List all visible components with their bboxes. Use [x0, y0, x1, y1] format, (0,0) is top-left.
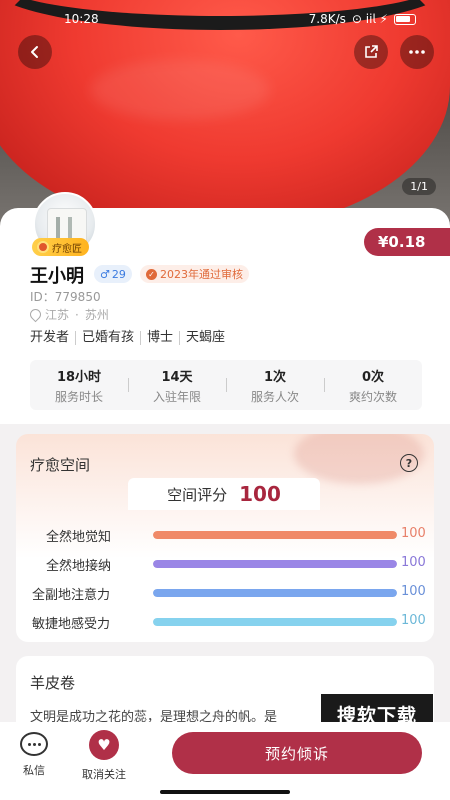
score-bar-value: 100 — [401, 555, 426, 570]
review-text: 2023年通过审核 — [160, 268, 243, 281]
stat-label: 入驻年限 — [152, 389, 201, 404]
stat-service-hours: 18小时 服务时长 — [30, 360, 128, 410]
gender-age-badge: ♂ 29 — [94, 265, 132, 283]
tag-item: 开发者 — [30, 330, 70, 345]
more-dots-icon — [409, 50, 425, 54]
stat-service-count: 1次 服务人次 — [226, 360, 324, 410]
score-bar-label: 全然地接纳 — [46, 559, 112, 574]
unfollow-label: 取消关注 — [82, 768, 126, 781]
stats-panel: 18小时 服务时长 14天 入驻年限 1次 服务人次 0次 爽约次数 — [30, 360, 422, 410]
score-bar-row: 敏捷地感受力 100 — [30, 611, 434, 632]
location-city: 苏州 — [84, 308, 109, 322]
tag-item: 天蝎座 — [179, 331, 231, 345]
profile-tags: 开发者 已婚有孩 博士 天蝎座 — [30, 331, 231, 345]
chevron-left-icon — [31, 46, 38, 58]
stat-no-show: 0次 爽约次数 — [324, 360, 422, 410]
network-speed: 7.8K/s — [308, 12, 346, 26]
stat-value: 14天 — [161, 369, 193, 385]
status-time: 10:28 — [64, 12, 99, 26]
check-icon: ✓ — [146, 268, 157, 280]
help-icon[interactable]: ? — [400, 454, 418, 472]
score-bar-fill — [153, 589, 397, 597]
score-bar-value: 100 — [401, 584, 426, 599]
image-counter: 1/1 — [402, 178, 436, 195]
score-bar-row: 全副地注意力 100 — [30, 582, 434, 603]
score-bar-track — [153, 531, 397, 539]
score-bar-track — [153, 618, 397, 626]
user-name: 王小明 — [30, 266, 84, 287]
healer-badge: 疗愈匠 — [32, 238, 89, 256]
stat-value: 1次 — [263, 369, 287, 385]
space-score-label: 空间评分 — [167, 485, 228, 504]
medal-icon — [37, 241, 49, 253]
heart-icon: ♥ — [89, 730, 119, 760]
score-bar-track — [153, 560, 397, 568]
healer-badge-label: 疗愈匠 — [52, 243, 82, 255]
score-bar-value: 100 — [401, 613, 426, 628]
score-bar-row: 全然地接纳 100 — [30, 553, 434, 574]
location-separator: · — [75, 307, 79, 322]
cover-image-shine — [90, 60, 270, 120]
chat-icon — [20, 732, 48, 756]
back-button[interactable] — [18, 35, 52, 69]
signal-icons: ⊙ 𝗂𝗂𝗅 ⚡ — [351, 12, 388, 26]
section-title: 羊皮卷 — [30, 674, 76, 692]
book-session-button[interactable]: 预约倾诉 — [172, 732, 422, 774]
tag-item: 已婚有孩 — [75, 331, 140, 345]
stat-label: 爽约次数 — [348, 389, 397, 404]
score-bar-value: 100 — [401, 526, 426, 541]
more-button[interactable] — [400, 35, 434, 69]
price-tag: ¥0.18 — [364, 228, 450, 256]
user-id: ID：779850 — [30, 290, 101, 304]
location-pin-icon — [30, 309, 39, 320]
home-indicator — [160, 790, 290, 794]
score-bar-track — [153, 589, 397, 597]
score-bar-label: 全然地觉知 — [46, 530, 112, 545]
healing-space-card: 疗愈空间 ? 空间评分 100 全然地觉知 100 全然地接纳 100 全副地注… — [16, 434, 434, 642]
score-bar-label: 全副地注意力 — [32, 588, 111, 603]
stat-value: 0次 — [361, 369, 385, 385]
bottom-action-bar: 私信 ♥ 取消关注 预约倾诉 — [0, 722, 450, 800]
tag-item: 博士 — [140, 331, 179, 345]
space-score-value: 100 — [239, 482, 281, 506]
location: 江苏 · 苏州 — [30, 306, 109, 323]
battery-icon — [394, 13, 416, 25]
score-bar-fill — [153, 560, 397, 568]
section-title: 疗愈空间 — [30, 456, 91, 474]
stat-value: 18小时 — [56, 369, 102, 385]
space-score: 空间评分 100 — [128, 478, 320, 510]
stat-tenure: 14天 入驻年限 — [128, 360, 226, 410]
age-value: 29 — [111, 267, 126, 281]
message-button[interactable]: 私信 — [20, 732, 48, 778]
review-badge: ✓ 2023年通过审核 — [140, 265, 249, 283]
status-right: 7.8K/s ⊙ 𝗂𝗂𝗅 ⚡ — [309, 12, 416, 26]
score-bar-fill — [153, 531, 397, 539]
score-bar-label: 敏捷地感受力 — [32, 617, 111, 632]
status-bar: 10:28 7.8K/s ⊙ 𝗂𝗂𝗅 ⚡ — [0, 10, 450, 30]
share-icon — [365, 45, 378, 58]
message-label: 私信 — [23, 764, 45, 777]
unfollow-button[interactable]: ♥ 取消关注 — [82, 730, 126, 782]
score-bar-fill — [153, 618, 397, 626]
score-bar-row: 全然地觉知 100 — [30, 524, 434, 545]
share-button[interactable] — [354, 35, 388, 69]
location-province: 江苏 — [45, 308, 70, 322]
stat-label: 服务人次 — [250, 389, 299, 404]
male-icon: ♂ — [100, 267, 110, 281]
stat-label: 服务时长 — [54, 389, 103, 404]
